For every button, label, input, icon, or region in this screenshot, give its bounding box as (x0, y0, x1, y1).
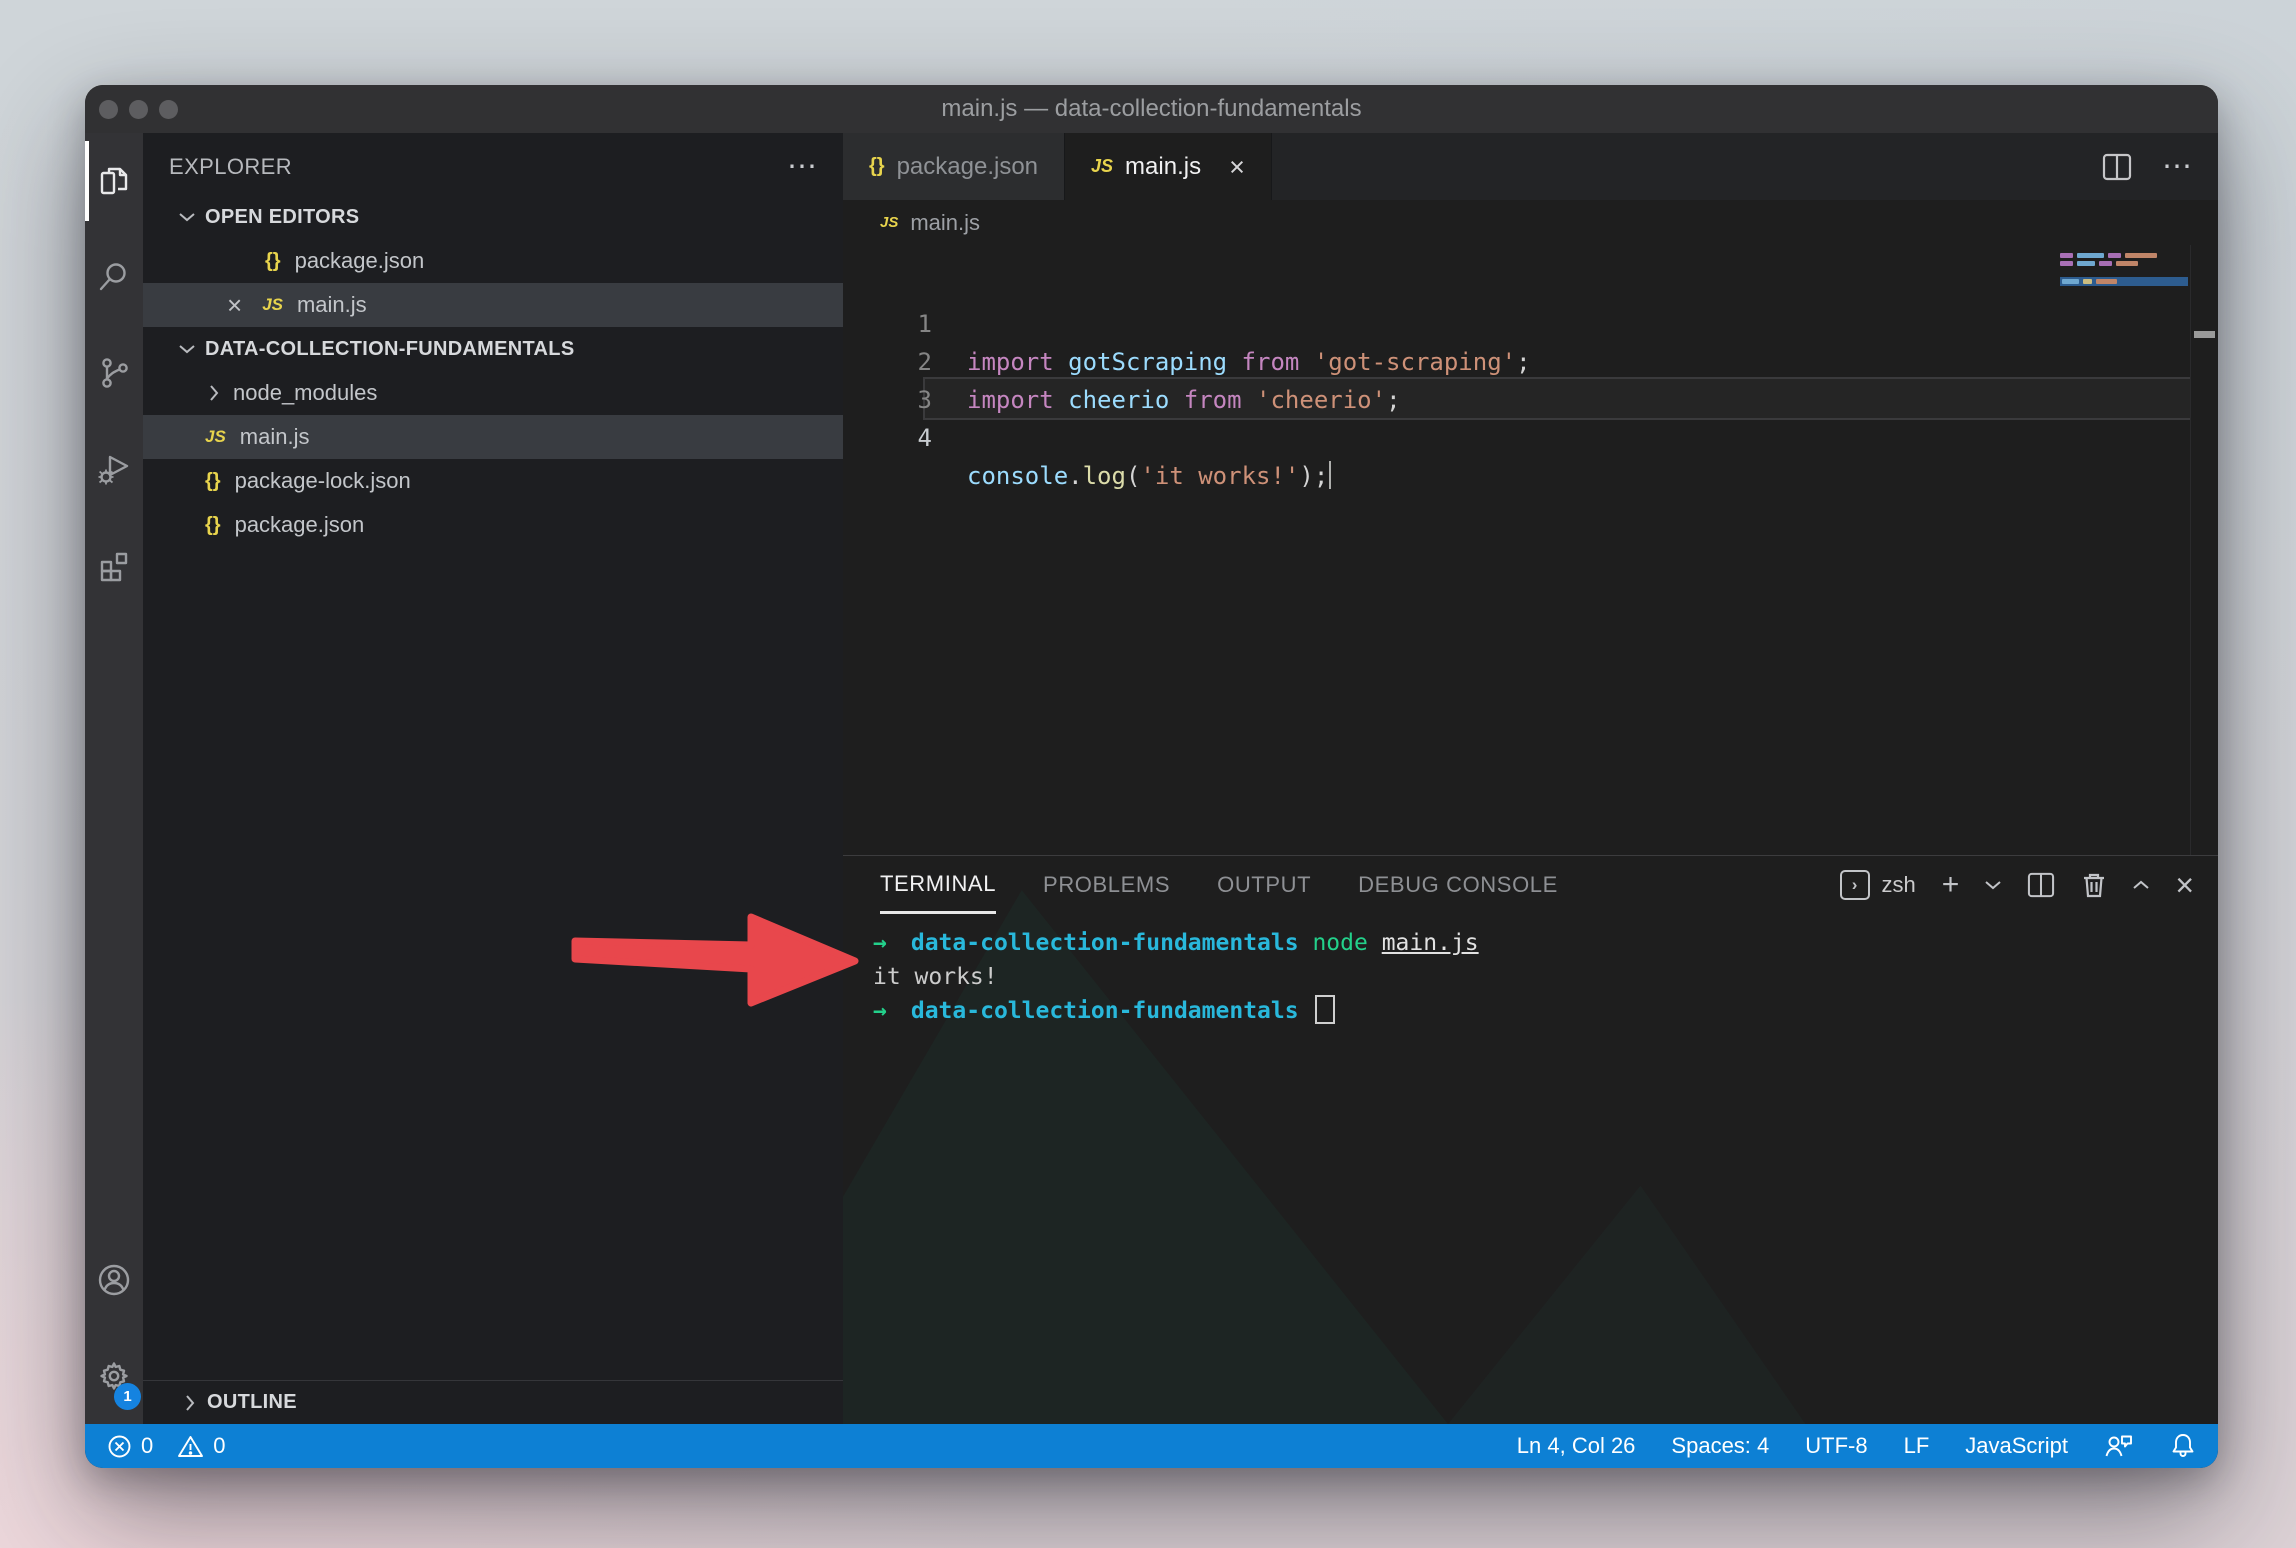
panel-tab-output[interactable]: OUTPUT (1217, 856, 1311, 914)
chevron-down-icon (179, 344, 195, 354)
search-activity-button[interactable] (85, 229, 143, 325)
language-mode-status[interactable]: JavaScript (1965, 1433, 2068, 1459)
split-editor-icon[interactable] (2102, 153, 2132, 181)
terminal-line: it works! (873, 960, 2218, 994)
indentation-status[interactable]: Spaces: 4 (1671, 1433, 1769, 1459)
tab-bar: {} package.json JS main.js × ⋯ (843, 133, 2218, 200)
more-actions-icon[interactable]: ⋯ (2162, 157, 2194, 177)
tree-item-package-json[interactable]: {} package.json (143, 503, 843, 547)
breadcrumb[interactable]: JS main.js (843, 200, 2218, 245)
title-bar: main.js — data-collection-fundamentals (85, 85, 2218, 133)
panel-tab-terminal[interactable]: TERMINAL (880, 856, 996, 914)
json-file-icon: {} (205, 470, 221, 493)
notifications-bell-icon[interactable] (2170, 1432, 2196, 1460)
more-actions-icon[interactable]: ⋯ (787, 157, 819, 177)
chevron-down-icon (179, 212, 195, 222)
terminal-shell-icon: › (1840, 870, 1870, 900)
outline-section-header[interactable]: OUTLINE (143, 1380, 843, 1424)
activity-bar: 1 (85, 133, 143, 1424)
tree-item-node-modules[interactable]: node_modules (143, 371, 843, 415)
text-cursor (1329, 461, 1331, 489)
json-file-icon: {} (869, 155, 885, 178)
close-panel-icon[interactable]: × (2175, 870, 2194, 900)
files-icon (97, 164, 131, 198)
code-line: 3 (843, 343, 2218, 381)
open-editor-item-package-json[interactable]: {} package.json (143, 239, 843, 283)
feedback-icon[interactable] (2104, 1433, 2134, 1459)
tab-package-json[interactable]: {} package.json (843, 133, 1065, 200)
code-line: 1 import gotScraping from 'got-scraping'… (843, 267, 2218, 305)
code-line: 2 import cheerio from 'cheerio'; (843, 305, 2218, 343)
encoding-status[interactable]: UTF-8 (1805, 1433, 1867, 1459)
close-window-button[interactable] (99, 100, 118, 119)
minimap[interactable] (2060, 253, 2188, 286)
window-title: main.js — data-collection-fundamentals (941, 95, 1361, 123)
panel-tab-problems[interactable]: PROBLEMS (1043, 856, 1170, 914)
eol-status[interactable]: LF (1904, 1433, 1930, 1459)
source-control-activity-button[interactable] (85, 325, 143, 421)
settings-button[interactable]: 1 (85, 1328, 143, 1424)
json-file-icon: {} (265, 250, 281, 273)
chevron-right-icon (185, 1395, 195, 1411)
close-editor-icon[interactable]: × (227, 292, 242, 318)
explorer-activity-button[interactable] (85, 133, 143, 229)
explorer-sidebar: EXPLORER ⋯ OPEN EDITORS {} package.json … (143, 133, 843, 1424)
bottom-panel: TERMINAL PROBLEMS OUTPUT DEBUG CONSOLE ›… (843, 855, 2218, 1424)
split-terminal-icon[interactable] (2027, 872, 2055, 898)
editor-group: {} package.json JS main.js × ⋯ (843, 133, 2218, 1424)
terminal-line: →data-collection-fundamentals node main.… (873, 926, 2218, 960)
terminal-dropdown-icon[interactable] (1985, 880, 2001, 890)
error-icon (107, 1434, 132, 1459)
zoom-window-button[interactable] (159, 100, 178, 119)
search-icon (97, 260, 131, 294)
terminal-cursor (1315, 995, 1335, 1024)
scrollbar-cursor-marker (2194, 331, 2215, 338)
cursor-position-status[interactable]: Ln 4, Col 26 (1517, 1433, 1636, 1459)
problems-status[interactable]: 0 0 (107, 1433, 226, 1459)
account-icon (96, 1262, 132, 1298)
vscode-window: main.js — data-collection-fundamentals (85, 85, 2218, 1468)
js-file-icon: JS (1091, 156, 1113, 177)
sidebar-title: EXPLORER (169, 154, 292, 180)
new-terminal-icon[interactable]: + (1942, 870, 1960, 900)
debug-icon (96, 451, 132, 487)
shell-name[interactable]: zsh (1882, 872, 1916, 898)
chevron-right-icon (209, 385, 219, 401)
code-editor[interactable]: 1 import gotScraping from 'got-scraping'… (843, 245, 2218, 855)
kill-terminal-icon[interactable] (2081, 871, 2107, 899)
open-editors-section-header[interactable]: OPEN EDITORS (143, 195, 843, 239)
extensions-icon (97, 548, 131, 582)
panel-tab-debug-console[interactable]: DEBUG CONSOLE (1358, 856, 1558, 914)
json-file-icon: {} (205, 514, 221, 537)
code-line: 4 console.log('it works!'); (843, 381, 2218, 419)
git-branch-icon (97, 356, 131, 390)
js-file-icon: JS (205, 427, 226, 447)
js-file-icon: JS (880, 214, 898, 231)
traffic-lights (99, 100, 178, 119)
panel-header: TERMINAL PROBLEMS OUTPUT DEBUG CONSOLE ›… (843, 856, 2218, 914)
close-tab-icon[interactable]: × (1229, 155, 1245, 179)
extensions-activity-button[interactable] (85, 517, 143, 613)
tree-item-package-lock-json[interactable]: {} package-lock.json (143, 459, 843, 503)
terminal-line: →data-collection-fundamentals (873, 994, 2218, 1028)
editor-scrollbar[interactable] (2190, 245, 2218, 855)
maximize-panel-icon[interactable] (2133, 880, 2149, 890)
status-bar: 0 0 Ln 4, Col 26 Spaces: 4 UTF-8 LF Java… (85, 1424, 2218, 1468)
open-editor-item-main-js[interactable]: × JS main.js (143, 283, 843, 327)
terminal[interactable]: →data-collection-fundamentals node main.… (843, 914, 2218, 1028)
minimap-current-line (2060, 277, 2188, 286)
tree-item-main-js[interactable]: JS main.js (143, 415, 843, 459)
account-button[interactable] (85, 1232, 143, 1328)
settings-badge: 1 (114, 1383, 141, 1410)
warning-icon (177, 1434, 204, 1459)
tab-main-js[interactable]: JS main.js × (1065, 133, 1272, 200)
workspace-section-header[interactable]: DATA-COLLECTION-FUNDAMENTALS (143, 327, 843, 371)
js-file-icon: JS (262, 295, 283, 315)
minimize-window-button[interactable] (129, 100, 148, 119)
run-debug-activity-button[interactable] (85, 421, 143, 517)
